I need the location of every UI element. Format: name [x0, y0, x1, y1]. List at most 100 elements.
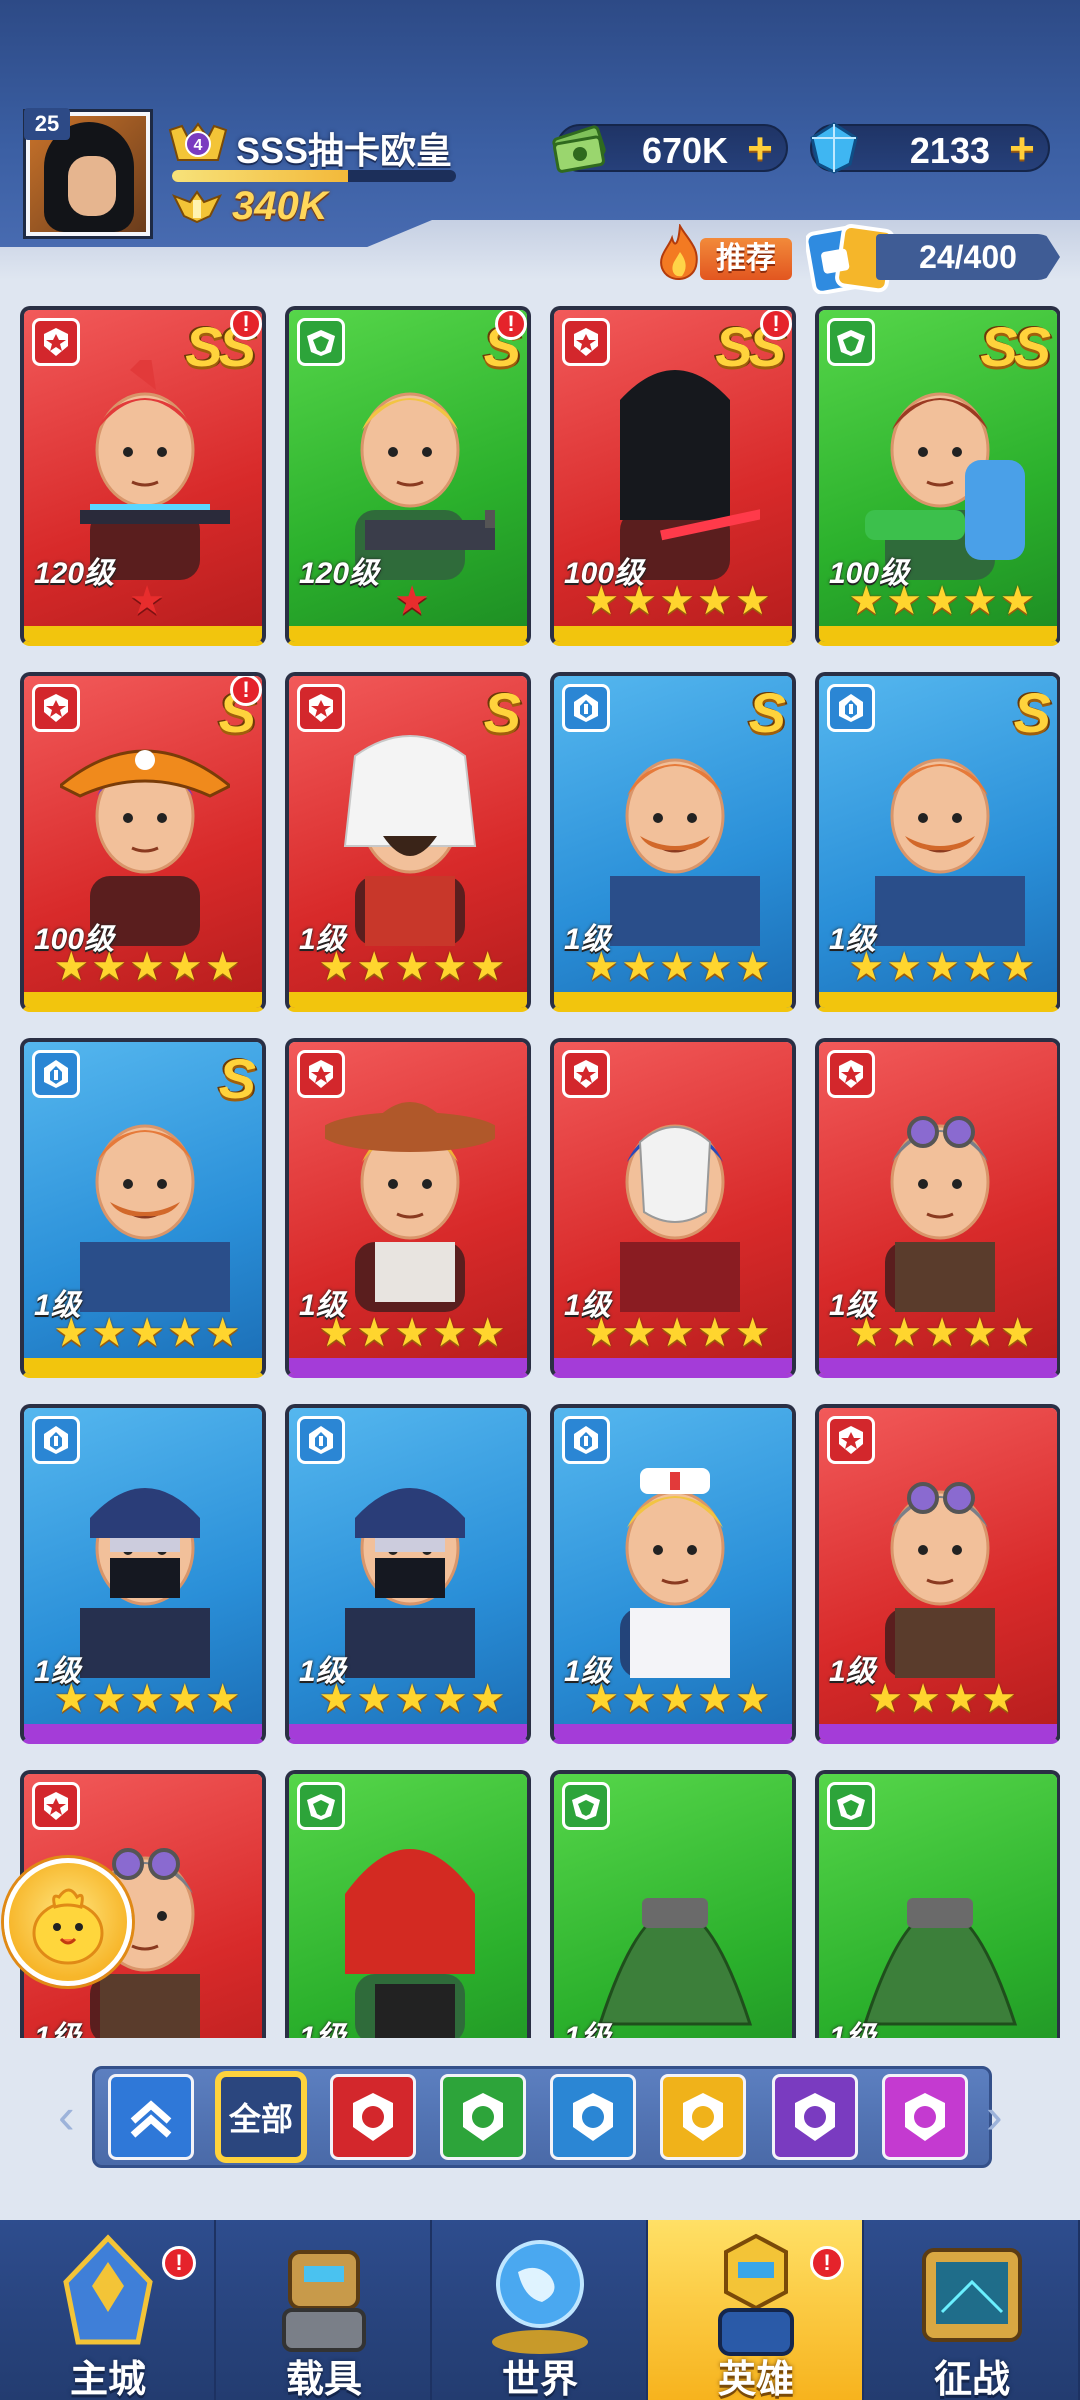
red-faction-icon	[562, 318, 610, 366]
nav-label: 英雄	[717, 2359, 794, 2400]
hero-level: 1级	[564, 2021, 611, 2038]
hero-portrait	[855, 726, 1025, 946]
recommend-label: 推荐	[700, 238, 792, 280]
star-icon: ★	[886, 579, 923, 623]
star-icon: ★	[394, 579, 430, 623]
red-faction-icon	[32, 318, 80, 366]
star-icon: ★	[696, 579, 733, 623]
nav-tab-hero[interactable]: 英雄!	[648, 2220, 864, 2400]
star-icon: ★	[886, 945, 923, 989]
star-icon: ★	[53, 1677, 90, 1721]
star-icon: ★	[659, 579, 695, 623]
star-icon: ★	[356, 1677, 393, 1721]
star-icon: ★	[469, 1311, 506, 1355]
star-icon: ★	[621, 1677, 658, 1721]
gem-add-button[interactable]: +	[1004, 127, 1040, 171]
hero-card[interactable]: S 1级 ★ ★ ★ ★ ★	[815, 672, 1060, 1012]
filter-all-button[interactable]: 全部	[218, 2074, 304, 2160]
filter-blue-faction-button[interactable]	[550, 2074, 636, 2160]
hero-card[interactable]: 1级	[285, 1770, 531, 2038]
rarity-strip	[24, 1724, 262, 1740]
hero-capacity: 24/400	[876, 234, 1060, 280]
hero-card[interactable]: S 1级 ★ ★ ★ ★ ★	[550, 672, 796, 1012]
red-faction-icon	[827, 1050, 875, 1098]
filter-all-label: 全部	[228, 2101, 293, 2137]
filter-red-faction-button[interactable]	[330, 2074, 416, 2160]
hero-card[interactable]: SS! 120级 ★	[20, 306, 266, 646]
rarity-strip	[554, 992, 792, 1008]
hero-card[interactable]: 1级 ★ ★ ★ ★	[815, 1404, 1060, 1744]
hero-card[interactable]: S! 120级 ★	[285, 306, 531, 646]
blue-faction-icon	[297, 1416, 345, 1464]
star-icon: ★	[318, 1311, 355, 1355]
hero-card[interactable]: S 1级 ★ ★ ★ ★ ★	[20, 1038, 266, 1378]
filter-purple-faction-button[interactable]	[772, 2074, 858, 2160]
mascot-helper-button[interactable]	[4, 1858, 132, 1986]
star-icon: ★	[53, 1311, 90, 1355]
purple-faction-icon	[795, 2093, 835, 2141]
red-faction-icon	[32, 684, 80, 732]
star-icon: ★	[356, 1311, 393, 1355]
hero-card[interactable]: SS 100级 ★ ★ ★ ★ ★	[815, 306, 1060, 646]
star-rating: ★ ★ ★ ★ ★	[827, 1312, 1057, 1354]
star-rating: ★ ★ ★ ★ ★	[827, 946, 1057, 988]
red-faction-icon	[32, 1782, 80, 1830]
filter-scroll-left-icon[interactable]: ‹	[58, 2088, 94, 2144]
hero-portrait	[590, 360, 770, 580]
chick-mascot-icon	[32, 1888, 104, 1965]
star-icon: ★	[204, 945, 241, 989]
green-faction-icon	[297, 1782, 345, 1830]
hero-card[interactable]: SS! 100级 ★ ★ ★ ★ ★	[550, 306, 796, 646]
pink-faction-icon	[905, 2093, 945, 2141]
gold-add-button[interactable]: +	[742, 127, 778, 171]
filter-pink-faction-button[interactable]	[882, 2074, 968, 2160]
blue-faction-icon	[562, 684, 610, 732]
star-icon: ★	[583, 579, 620, 623]
power-wings-icon	[171, 190, 223, 224]
nav-tab-castle[interactable]: 主城!	[0, 2220, 216, 2400]
star-rating: ★ ★ ★ ★ ★	[297, 946, 527, 988]
castle-icon	[38, 2232, 178, 2360]
hero-card[interactable]: 1级 ★ ★ ★ ★ ★	[285, 1404, 531, 1744]
star-icon: ★	[848, 945, 885, 989]
hero-card-grid[interactable]: SS! 120级 ★ S! 120级 ★ SS! 100级 ★ ★ ★ ★ ★ SS 100级 ★ ★ ★ ★…	[20, 306, 1060, 2038]
filter-gold-faction-button[interactable]	[660, 2074, 746, 2160]
hero-card[interactable]: 1级 ★ ★ ★ ★ ★	[550, 1038, 796, 1378]
star-icon: ★	[961, 579, 998, 623]
star-icon: ★	[166, 1311, 203, 1355]
hero-portrait	[855, 1458, 1025, 1678]
filter-collapse-button[interactable]	[108, 2074, 194, 2160]
hero-card[interactable]: 1级 ★ ★ ★ ★ ★	[550, 1404, 796, 1744]
hero-card[interactable]: 1级 ★ ★ ★ ★ ★	[815, 1038, 1060, 1378]
hero-portrait	[60, 1092, 230, 1312]
red-faction-icon	[353, 2093, 393, 2141]
hero-card[interactable]: S! 100级 ★ ★ ★ ★ ★	[20, 672, 266, 1012]
blue-faction-icon	[827, 684, 875, 732]
star-icon: ★	[848, 579, 885, 623]
nav-tab-mech[interactable]: 载具	[216, 2220, 432, 2400]
nav-tab-globe[interactable]: 世界	[432, 2220, 648, 2400]
hero-card[interactable]: S 1级 ★ ★ ★ ★ ★	[285, 672, 531, 1012]
star-icon: ★	[53, 945, 90, 989]
hero-card[interactable]: 1级 ★ ★ ★ ★ ★	[20, 1404, 266, 1744]
rarity-strip	[819, 1724, 1057, 1740]
blue-faction-icon	[32, 1050, 80, 1098]
star-icon: ★	[129, 579, 165, 623]
diamond-icon	[810, 122, 858, 174]
star-icon: ★	[659, 1311, 695, 1355]
rarity-strip	[289, 1724, 527, 1740]
alert-icon: !	[230, 676, 262, 706]
recommend-button[interactable]: 推荐	[654, 224, 794, 288]
hero-card[interactable]: 1级	[550, 1770, 796, 2038]
star-icon: ★	[166, 1677, 203, 1721]
player-name: SSS抽卡欧皇	[236, 130, 453, 171]
hero-level: 1级	[34, 2021, 81, 2038]
hero-icon	[686, 2232, 826, 2360]
green-faction-icon	[463, 2093, 503, 2141]
filter-scroll-right-icon[interactable]: ›	[986, 2088, 1022, 2144]
hero-card[interactable]: 1级 ★ ★ ★ ★ ★	[285, 1038, 531, 1378]
star-icon: ★	[621, 579, 658, 623]
filter-green-faction-button[interactable]	[440, 2074, 526, 2160]
nav-tab-radar[interactable]: 征战	[864, 2220, 1080, 2400]
hero-card[interactable]: 1级	[815, 1770, 1060, 2038]
